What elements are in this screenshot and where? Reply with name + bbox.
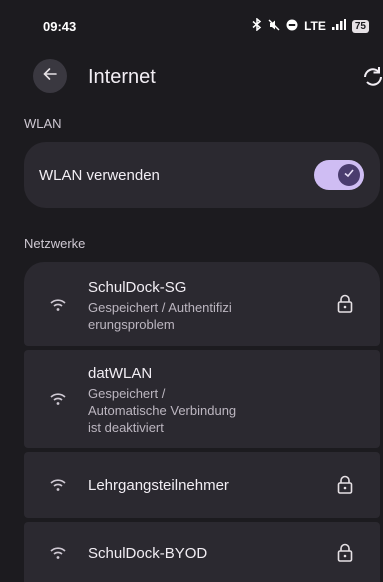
signal-icon (331, 19, 346, 33)
network-item[interactable]: Lehrgangsteilnehmer (24, 452, 380, 518)
network-name: SchulDock-BYOD (88, 545, 208, 562)
mute-icon (268, 19, 280, 34)
network-name: SchulDock-SG (88, 279, 187, 296)
lock-icon (336, 543, 354, 563)
wifi-icon (50, 298, 66, 312)
page-title: Internet (88, 66, 156, 88)
network-status: Gespeichert / Automatische Verbindung is… (88, 386, 237, 435)
network-item[interactable]: datWLAN Gespeichert / Automatische Verbi… (24, 350, 380, 448)
network-text: SchulDock-BYOD (88, 544, 207, 563)
status-time: 09:43 (43, 18, 77, 34)
network-text: Lehrgangsteilnehmer (88, 476, 229, 495)
back-button[interactable] (33, 59, 67, 93)
network-item[interactable]: SchulDock-BYOD (24, 522, 380, 582)
sync-icon (360, 67, 383, 94)
switch-thumb (338, 164, 360, 186)
wlan-section-label: WLAN (24, 116, 62, 131)
bluetooth-icon (252, 17, 262, 34)
app-bar: Internet (0, 52, 383, 102)
network-item[interactable]: SchulDock-SG Gespeichert / Authentifizi … (24, 262, 380, 346)
lock-icon (336, 294, 354, 314)
status-icons: LTE 75 (252, 17, 369, 34)
network-status: Gespeichert / Authentifizi erungsproblem (88, 300, 232, 332)
dnd-icon (286, 19, 298, 34)
lock-icon (336, 475, 354, 495)
sync-button[interactable] (360, 64, 383, 90)
network-text: SchulDock-SG Gespeichert / Authentifizi … (88, 278, 232, 333)
wlan-switch[interactable] (314, 160, 364, 190)
network-name: datWLAN (88, 365, 153, 382)
wlan-toggle-label: WLAN verwenden (39, 166, 160, 184)
networks-section-label: Netzwerke (24, 236, 86, 251)
network-name: Lehrgangsteilnehmer (88, 477, 229, 494)
network-type: LTE (304, 19, 326, 33)
wifi-icon (50, 392, 66, 406)
network-text: datWLAN Gespeichert / Automatische Verbi… (88, 364, 236, 436)
status-bar: 09:43 LTE 75 (0, 0, 383, 52)
arrow-back-icon (42, 66, 58, 87)
wlan-toggle-card[interactable]: WLAN verwenden (24, 142, 380, 208)
wifi-icon (50, 546, 66, 560)
wifi-icon (50, 478, 66, 492)
battery-icon: 75 (351, 19, 369, 33)
check-icon (343, 166, 355, 184)
